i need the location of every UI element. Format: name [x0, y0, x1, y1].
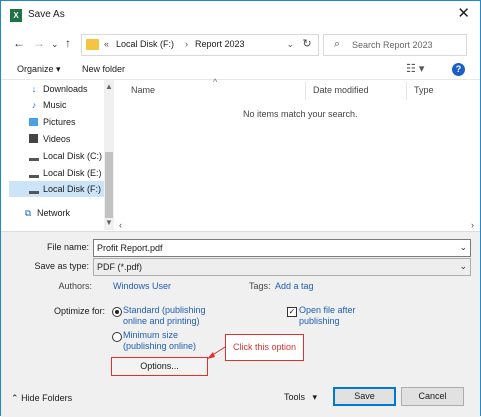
nav-item-downloads[interactable]: ↓ Downloads — [29, 81, 115, 97]
sort-indicator-icon: ^ — [213, 77, 218, 87]
search-icon: ⌕ — [334, 38, 341, 50]
optimize-standard-radio[interactable] — [112, 307, 122, 317]
scrollbar-thumb[interactable] — [105, 152, 113, 218]
drive-icon — [29, 186, 39, 194]
authors-label: Authors: — [58, 281, 92, 291]
nav-item-local-disk-c[interactable]: Local Disk (C:) — [29, 148, 115, 164]
navigation-bar: ← → ⌄ ↑ « Local Disk (F:) › Report 2023 … — [1, 31, 480, 59]
drive-icon — [29, 153, 39, 161]
annotation-callout: Click this option — [225, 334, 304, 361]
cancel-button[interactable]: Cancel — [401, 387, 464, 406]
save-as-dialog: X Save As ✕ ← → ⌄ ↑ « Local Disk (F:) › … — [0, 0, 481, 417]
save-as-type-value: PDF (*.pdf) — [97, 262, 143, 272]
empty-message: No items match your search. — [243, 109, 358, 119]
scroll-up-icon[interactable]: ▲ — [105, 82, 113, 91]
file-list: Name ^ Date modified Type No items match… — [119, 77, 480, 230]
save-as-type-select[interactable]: PDF (*.pdf) ⌄ — [93, 258, 471, 276]
save-button[interactable]: Save — [333, 387, 396, 406]
file-name-value: Profit Report.pdf — [97, 243, 163, 253]
open-after-line1[interactable]: Open file after — [299, 305, 356, 316]
optimize-for-label: Optimize for: — [53, 306, 105, 316]
open-after-line2[interactable]: publishing — [299, 316, 340, 327]
chevron-down-icon[interactable]: ⌄ — [459, 242, 467, 253]
column-header-date-modified[interactable]: Date modified — [313, 85, 369, 95]
nav-item-label: Pictures — [43, 117, 76, 127]
tags-value[interactable]: Add a tag — [275, 281, 314, 291]
authors-value[interactable]: Windows User — [113, 281, 171, 291]
column-divider[interactable] — [305, 82, 306, 100]
nav-item-local-disk-e[interactable]: Local Disk (E:) — [29, 165, 115, 181]
address-bar[interactable]: « Local Disk (F:) › Report 2023 ⌄ — [81, 34, 319, 56]
scroll-down-icon[interactable]: ▼ — [105, 218, 113, 227]
breadcrumb-local-disk-f[interactable]: Local Disk (F:) — [116, 39, 174, 49]
optimize-minimum-line1[interactable]: Minimum size — [123, 330, 178, 341]
search-box[interactable]: ⌕ Search Report 2023 — [323, 34, 467, 56]
nav-item-label: Local Disk (E:) — [43, 168, 102, 178]
hide-folders-label: Hide Folders — [21, 393, 73, 403]
nav-item-local-disk-f[interactable]: Local Disk (F:) — [9, 181, 104, 197]
file-name-field[interactable]: Profit Report.pdf ⌄ — [93, 239, 471, 257]
optimize-minimum-radio[interactable] — [112, 332, 122, 342]
hide-folders-button[interactable]: ⌃ Hide Folders — [11, 393, 72, 404]
view-options-icon[interactable]: ☷ ▾ — [406, 62, 424, 75]
drive-icon — [29, 170, 39, 178]
nav-item-videos[interactable]: Videos — [29, 131, 115, 147]
recent-locations-chevron-icon[interactable]: ⌄ — [51, 39, 59, 50]
nav-item-label: Network — [37, 208, 71, 218]
save-as-type-label: Save as type: — [34, 261, 89, 271]
videos-icon — [29, 134, 38, 143]
scroll-left-icon[interactable]: ‹ — [119, 220, 122, 230]
tools-label: Tools — [284, 392, 306, 402]
help-icon[interactable]: ? — [452, 63, 465, 76]
nav-item-music[interactable]: ♪ Music — [29, 97, 115, 113]
nav-item-label: Music — [43, 100, 67, 110]
optimize-standard-line1[interactable]: Standard (publishing — [123, 305, 206, 316]
search-input[interactable]: Search Report 2023 — [352, 40, 433, 50]
file-name-label: File name: — [46, 242, 89, 252]
close-icon[interactable]: ✕ — [457, 5, 470, 23]
back-arrow-icon[interactable]: ← — [13, 36, 25, 50]
scroll-right-icon[interactable]: › — [471, 220, 474, 230]
column-divider[interactable] — [406, 82, 407, 100]
save-options-panel: File name: Profit Report.pdf ⌄ Save as t… — [1, 231, 480, 417]
folder-icon — [86, 39, 99, 50]
caret-down-icon: ▾ — [312, 392, 318, 402]
forward-arrow-icon[interactable]: → — [33, 36, 45, 50]
options-button[interactable]: Options... — [111, 357, 208, 376]
optimize-minimum-line2[interactable]: (publishing online) — [123, 341, 196, 352]
excel-icon: X — [10, 9, 22, 22]
horizontal-scrollbar[interactable]: ‹ › — [119, 220, 480, 230]
network-icon: ⧉ — [24, 208, 32, 218]
nav-item-label: Downloads — [43, 84, 88, 94]
column-header-name[interactable]: Name — [131, 85, 155, 95]
nav-pane-scrollbar[interactable]: ▲ ▼ — [104, 80, 114, 230]
new-folder-button[interactable]: New folder — [82, 64, 125, 74]
tags-label: Tags: — [249, 281, 271, 291]
breadcrumb-separator-icon: › — [185, 39, 188, 49]
pictures-icon — [29, 118, 38, 126]
nav-item-label: Videos — [43, 134, 71, 144]
window-title: Save As — [28, 9, 65, 20]
address-dropdown-icon[interactable]: ⌄ — [286, 39, 294, 50]
up-arrow-icon[interactable]: ↑ — [65, 36, 71, 50]
organize-button[interactable]: Organize ▾ — [17, 64, 61, 75]
nav-item-pictures[interactable]: Pictures — [29, 114, 115, 130]
navigation-pane: ↓ Downloads ♪ Music Pictures Videos Loca… — [1, 80, 115, 230]
nav-item-label: Local Disk (F:) — [43, 184, 102, 194]
tools-button[interactable]: Tools ▾ — [284, 392, 317, 403]
chevron-up-icon: ⌃ — [11, 393, 19, 403]
title-bar: X Save As ✕ — [1, 1, 480, 31]
nav-item-label: Local Disk (C:) — [43, 151, 103, 161]
open-after-checkbox[interactable]: ✓ — [287, 307, 297, 317]
download-icon: ↓ — [31, 84, 37, 94]
nav-item-network[interactable]: ⧉ Network — [23, 205, 109, 221]
overflow-chevron-icon[interactable]: « — [104, 39, 109, 49]
breadcrumb-report-2023[interactable]: Report 2023 — [195, 39, 245, 49]
toolbar: Organize ▾ New folder ☷ ▾ ? — [1, 59, 480, 79]
chevron-down-icon[interactable]: ⌄ — [459, 261, 467, 272]
music-icon: ♪ — [31, 100, 37, 110]
optimize-standard-line2[interactable]: online and printing) — [123, 316, 200, 327]
column-header-type[interactable]: Type — [414, 85, 434, 95]
refresh-icon[interactable]: ↻ — [299, 34, 315, 54]
